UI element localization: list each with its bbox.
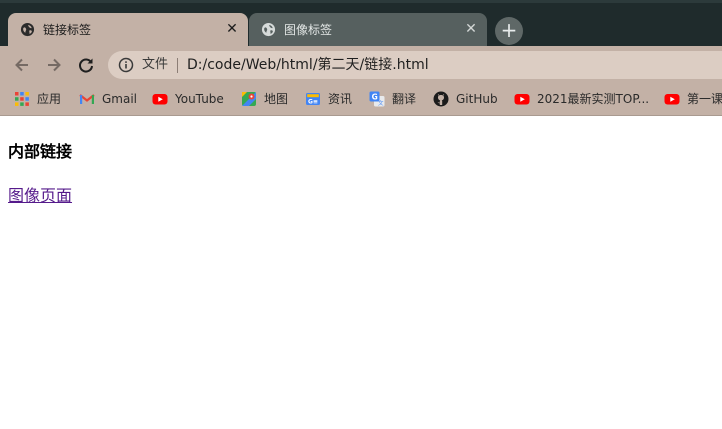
bookmark-label: GitHub bbox=[456, 92, 498, 106]
address-bar[interactable]: 文件 D:/code/Web/html/第二天/链接.html bbox=[108, 51, 722, 79]
globe-icon bbox=[261, 22, 276, 37]
bookmark-label: 翻译 bbox=[392, 92, 417, 106]
address-separator bbox=[177, 58, 178, 73]
url-text[interactable]: D:/code/Web/html/第二天/链接.html bbox=[187, 56, 429, 74]
svg-text:文: 文 bbox=[378, 99, 384, 107]
svg-text:G≡: G≡ bbox=[308, 99, 318, 106]
youtube-icon bbox=[514, 94, 530, 105]
github-icon bbox=[433, 91, 449, 107]
bookmark-label: 资讯 bbox=[328, 92, 353, 106]
reload-button[interactable] bbox=[75, 54, 97, 76]
page-heading: 内部链接 bbox=[8, 142, 73, 161]
tab-title: 图像标签 bbox=[284, 23, 333, 37]
tab-links[interactable]: 链接标签 ✕ bbox=[8, 13, 248, 46]
new-tab-button[interactable]: + bbox=[495, 17, 523, 45]
bookmark-label: YouTube bbox=[175, 92, 224, 106]
bookmark-label: 应用 bbox=[37, 92, 62, 106]
file-scheme-label: 文件 bbox=[142, 57, 169, 72]
arrow-right-icon bbox=[48, 58, 61, 72]
tab-title: 链接标签 bbox=[43, 23, 92, 37]
bookmark-label: 2021最新实测TOP... bbox=[537, 92, 650, 106]
apps-grid-icon bbox=[15, 92, 29, 106]
tab-images[interactable]: 图像标签 ✕ bbox=[249, 13, 487, 46]
news-icon: G≡ bbox=[306, 93, 320, 106]
tab-strip-edge bbox=[0, 0, 722, 3]
translate-icon: G 文 bbox=[369, 91, 385, 107]
close-tab-icon[interactable]: ✕ bbox=[224, 21, 240, 37]
forward-button[interactable] bbox=[43, 54, 65, 76]
back-button[interactable] bbox=[11, 54, 33, 76]
toolbar: 文件 D:/code/Web/html/第二天/链接.html bbox=[0, 46, 722, 84]
bookmark-label: 第一课 bbox=[687, 92, 722, 106]
globe-icon bbox=[20, 22, 35, 37]
bookmarks-bar: 应用 Gmail YouTube 地图 G≡ 资讯 G 文 翻译 GitHub … bbox=[0, 84, 722, 116]
info-icon[interactable] bbox=[118, 57, 134, 73]
svg-text:G: G bbox=[372, 93, 378, 102]
maps-icon bbox=[242, 92, 256, 106]
arrow-left-icon bbox=[15, 58, 28, 72]
close-tab-icon[interactable]: ✕ bbox=[463, 21, 479, 37]
bookmark-label: Gmail bbox=[102, 92, 138, 106]
reload-icon bbox=[79, 58, 93, 73]
gmail-icon bbox=[79, 94, 95, 104]
tab-strip: 链接标签 ✕ 图像标签 ✕ + bbox=[0, 0, 722, 46]
image-page-link[interactable]: 图像页面 bbox=[8, 182, 72, 206]
bookmark-label: 地图 bbox=[264, 92, 289, 106]
youtube-icon bbox=[152, 94, 168, 105]
youtube-icon bbox=[664, 94, 680, 105]
